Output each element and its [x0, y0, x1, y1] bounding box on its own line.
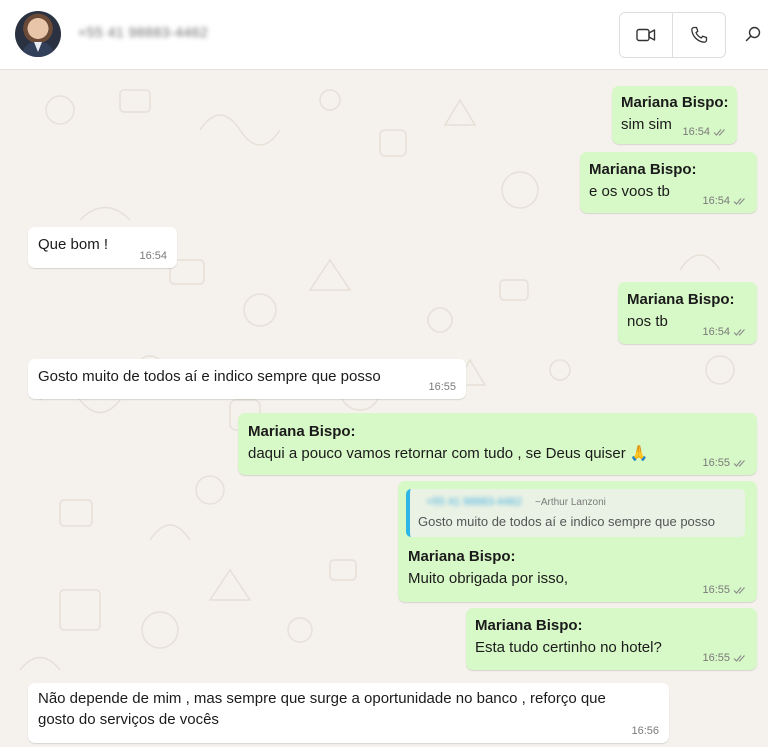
- message-meta: 16:54: [702, 326, 747, 338]
- message-text: e os voos tb: [589, 183, 670, 200]
- message-bubble[interactable]: Mariana Bispo: nos tb 16:54: [618, 282, 757, 344]
- contact-name[interactable]: +55 41 98883-4462: [78, 24, 208, 40]
- quoted-sender: +55 41 98883-4462: [426, 496, 522, 508]
- message-sender: Mariana Bispo:: [408, 548, 516, 565]
- message-time: 16:54: [702, 195, 730, 207]
- message-text: Não depende de mim , mas sempre que surg…: [38, 690, 606, 728]
- read-receipt-icon: [733, 655, 745, 662]
- message-bubble[interactable]: Mariana Bispo: Esta tudo certinho no hot…: [466, 608, 757, 670]
- message-meta: 16:55: [702, 457, 747, 469]
- quoted-author: ~Arthur Lanzoni: [535, 497, 606, 508]
- message-time: 16:56: [631, 725, 659, 737]
- message-meta: 16:55: [702, 584, 747, 596]
- message-sender: Mariana Bispo:: [248, 423, 356, 440]
- message-text: Esta tudo certinho no hotel?: [475, 639, 662, 656]
- voice-call-button[interactable]: [672, 13, 725, 57]
- message-time: 16:55: [702, 584, 730, 596]
- read-receipt-icon: [733, 587, 745, 594]
- phone-icon: [691, 26, 708, 43]
- contact-avatar[interactable]: [15, 11, 61, 57]
- video-camera-icon: [636, 28, 656, 42]
- message-time: 16:55: [428, 381, 456, 393]
- message-sender: Mariana Bispo:: [475, 617, 583, 634]
- chat-header: +55 41 98883-4462: [0, 0, 768, 70]
- read-receipt-icon: [733, 460, 745, 467]
- message-sender: Mariana Bispo:: [627, 291, 735, 308]
- message-text: nos tb: [627, 313, 668, 330]
- message-time: 16:54: [682, 126, 710, 138]
- message-time: 16:55: [702, 457, 730, 469]
- message-time: 16:54: [139, 250, 167, 262]
- search-icon: [745, 26, 761, 42]
- quoted-text: Gosto muito de todos aí e indico sempre …: [418, 514, 716, 529]
- message-meta: 16:55: [428, 381, 456, 393]
- message-text: Gosto muito de todos aí e indico sempre …: [38, 368, 381, 385]
- message-sender: Mariana Bispo:: [589, 161, 697, 178]
- message-time: 16:54: [702, 326, 730, 338]
- call-buttons: [619, 12, 726, 58]
- message-meta: 16:54: [702, 195, 747, 207]
- chat-wallpaper: Mariana Bispo: sim sim 16:54 Mariana Bis…: [0, 70, 768, 747]
- message-time: 16:55: [702, 652, 730, 664]
- message-bubble[interactable]: +55 41 98883-4462 ~Arthur Lanzoni Gosto …: [398, 481, 757, 602]
- message-bubble[interactable]: Mariana Bispo: sim sim 16:54: [612, 86, 737, 144]
- message-text: Que bom !: [38, 236, 109, 253]
- message-meta: 16:54: [682, 126, 727, 138]
- message-meta: 16:55: [702, 652, 747, 664]
- message-bubble[interactable]: Gosto muito de todos aí e indico sempre …: [28, 359, 466, 399]
- message-bubble[interactable]: Mariana Bispo: daqui a pouco vamos retor…: [238, 413, 757, 475]
- read-receipt-icon: [733, 198, 745, 205]
- quoted-message[interactable]: +55 41 98883-4462 ~Arthur Lanzoni Gosto …: [406, 489, 745, 537]
- message-text: Muito obrigada por isso,: [408, 570, 569, 587]
- message-text: sim sim: [621, 116, 672, 133]
- read-receipt-icon: [713, 129, 725, 136]
- message-sender: Mariana Bispo:: [621, 94, 729, 111]
- message-text: daqui a pouco vamos retornar com tudo , …: [248, 445, 649, 462]
- message-meta: 16:56: [631, 725, 659, 737]
- message-bubble[interactable]: Que bom ! 16:54: [28, 227, 177, 268]
- message-bubble[interactable]: Não depende de mim , mas sempre que surg…: [28, 683, 669, 743]
- video-call-button[interactable]: [620, 13, 672, 57]
- message-bubble[interactable]: Mariana Bispo: e os voos tb 16:54: [580, 152, 757, 213]
- read-receipt-icon: [733, 329, 745, 336]
- message-meta: 16:54: [139, 250, 167, 262]
- search-button[interactable]: [741, 22, 765, 46]
